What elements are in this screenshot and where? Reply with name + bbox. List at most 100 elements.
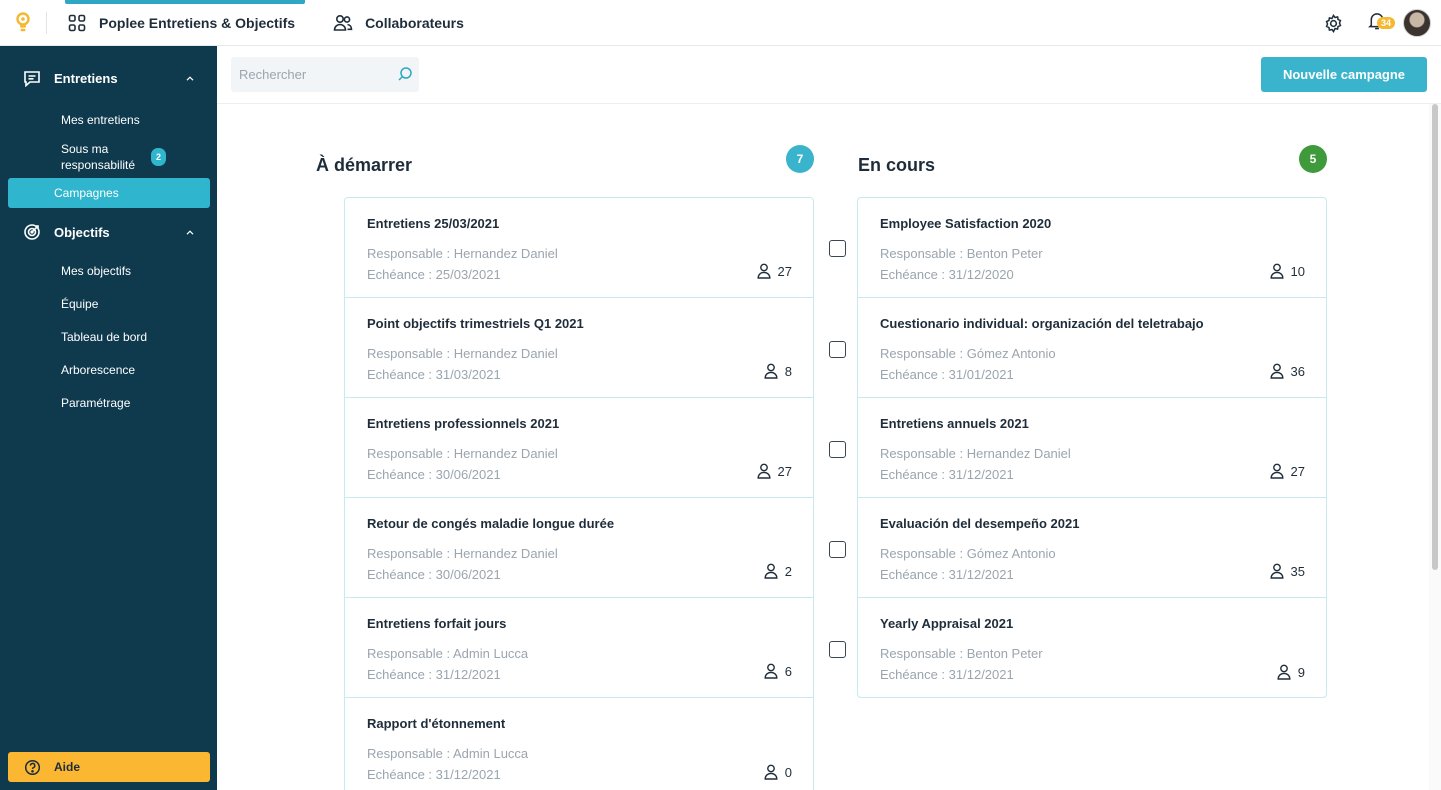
- participant-count: 35: [1270, 563, 1305, 579]
- notifications-button[interactable]: 34: [1355, 0, 1399, 46]
- participant-count: 8: [764, 363, 792, 379]
- sidebar-item-label: Campagnes: [54, 186, 119, 200]
- participant-count-value: 27: [1290, 463, 1305, 479]
- campaign-manager: Responsable : Hernandez Daniel: [880, 446, 1071, 461]
- campaign-card[interactable]: Cuestionario individual: organización de…: [858, 298, 1326, 398]
- scrollbar-thumb[interactable]: [1432, 104, 1438, 570]
- participant-count-value: 10: [1290, 263, 1305, 279]
- chat-icon: [22, 68, 42, 88]
- campaign-manager: Responsable : Hernandez Daniel: [367, 246, 558, 261]
- sidebar-item-mes-entretiens[interactable]: Mes entretiens: [7, 103, 210, 136]
- question-circle-icon: [23, 758, 41, 776]
- campaign-manager: Responsable : Benton Peter: [880, 246, 1043, 261]
- sidebar-item-label: Mes objectifs: [61, 263, 132, 278]
- search-icon[interactable]: [397, 66, 413, 82]
- sidebar-item-label: Arborescence: [61, 362, 136, 377]
- search-box: [231, 57, 419, 92]
- participant-count: 27: [757, 463, 792, 479]
- card-list-in-progress: Employee Satisfaction 2020 Responsable :…: [857, 197, 1327, 698]
- sidebar-item-label: Tableau de bord: [61, 329, 148, 344]
- person-icon: [1270, 263, 1284, 279]
- help-button[interactable]: Aide: [8, 752, 210, 782]
- campaign-checkbox[interactable]: [829, 441, 846, 458]
- participant-count: 9: [1277, 664, 1305, 680]
- count-badge-to-start: 7: [786, 145, 814, 173]
- new-campaign-button[interactable]: Nouvelle campagne: [1261, 57, 1427, 92]
- person-icon: [757, 263, 771, 279]
- campaign-due-date: Echéance : 25/03/2021: [367, 267, 501, 282]
- sidebar-section-label: Entretiens: [54, 70, 118, 86]
- campaign-card[interactable]: Retour de congés maladie longue durée Re…: [345, 498, 813, 598]
- participant-count-value: 27: [777, 463, 792, 479]
- campaign-due-date: Echéance : 31/12/2021: [367, 767, 501, 782]
- sidebar-section-entretiens[interactable]: Entretiens: [0, 58, 217, 98]
- participant-count: 27: [1270, 463, 1305, 479]
- sidebar-item-parametrage[interactable]: Paramétrage: [7, 386, 210, 419]
- campaign-card[interactable]: Entretiens forfait jours Responsable : A…: [345, 598, 813, 698]
- sidebar-item-tableau-de-bord[interactable]: Tableau de bord: [7, 320, 210, 353]
- card-list-to-start: Entretiens 25/03/2021 Responsable : Hern…: [344, 197, 814, 790]
- campaign-title: Entretiens 25/03/2021: [367, 216, 500, 231]
- content-header: Nouvelle campagne: [217, 46, 1441, 104]
- campaign-checkbox[interactable]: [829, 641, 846, 658]
- sidebar-item-label: Sous ma responsabilité: [61, 142, 136, 172]
- notification-count-badge: 34: [1377, 17, 1395, 29]
- sidebar-item-equipe[interactable]: Équipe: [7, 287, 210, 320]
- column-title-to-start: À démarrer: [316, 155, 413, 175]
- sidebar-section-label: Objectifs: [54, 224, 110, 240]
- sidebar-section-objectifs[interactable]: Objectifs: [0, 212, 217, 252]
- users-icon: [333, 13, 353, 33]
- person-icon: [764, 563, 778, 579]
- column-title-in-progress: En cours: [858, 155, 936, 175]
- campaign-card[interactable]: Yearly Appraisal 2021 Responsable : Bent…: [858, 598, 1326, 697]
- tab-label: Collaborateurs: [365, 14, 464, 31]
- tab-label: Poplee Entretiens & Objectifs: [99, 14, 296, 31]
- campaign-due-date: Echéance : 31/03/2021: [367, 367, 501, 382]
- lightbulb-logo-icon[interactable]: [0, 0, 46, 46]
- tab-collaborateurs[interactable]: Collaborateurs: [331, 0, 482, 46]
- campaign-card[interactable]: Point objectifs trimestriels Q1 2021 Res…: [345, 298, 813, 398]
- participant-count: 36: [1270, 363, 1305, 379]
- campaign-title: Employee Satisfaction 2020: [880, 216, 1052, 231]
- campaign-card[interactable]: Rapport d'étonnement Responsable : Admin…: [345, 698, 813, 790]
- sidebar-item-sous-ma-responsabilite[interactable]: Sous ma responsabilité 2: [7, 136, 210, 178]
- campaign-checkbox[interactable]: [829, 541, 846, 558]
- campaign-card[interactable]: Entretiens annuels 2021 Responsable : He…: [858, 398, 1326, 498]
- campaign-card[interactable]: Evaluación del desempeño 2021 Responsabl…: [858, 498, 1326, 598]
- participant-count-value: 2: [784, 563, 792, 579]
- sidebar-item-mes-objectifs[interactable]: Mes objectifs: [7, 254, 210, 287]
- campaign-card[interactable]: Entretiens professionnels 2021 Responsab…: [345, 398, 813, 498]
- participant-count-value: 9: [1297, 664, 1305, 680]
- count-badge-in-progress: 5: [1299, 145, 1327, 173]
- participant-count-value: 0: [784, 764, 792, 780]
- sidebar: Entretiens Mes entretiens Sous ma respon…: [0, 46, 217, 790]
- gear-icon[interactable]: [1311, 0, 1355, 46]
- campaign-title: Retour de congés maladie longue durée: [367, 516, 615, 531]
- campaign-card[interactable]: Employee Satisfaction 2020 Responsable :…: [858, 198, 1326, 298]
- campaign-due-date: Echéance : 31/12/2021: [880, 467, 1014, 482]
- sidebar-item-campagnes[interactable]: Campagnes: [8, 178, 210, 208]
- campaign-title: Entretiens annuels 2021: [880, 416, 1029, 431]
- person-icon: [757, 463, 771, 479]
- participant-count: 2: [764, 563, 792, 579]
- sidebar-item-label: Équipe: [61, 296, 99, 311]
- campaign-manager: Responsable : Hernandez Daniel: [367, 346, 558, 361]
- campaign-title: Evaluación del desempeño 2021: [880, 516, 1080, 531]
- sidebar-item-label: Paramétrage: [61, 395, 131, 410]
- tab-entretiens-objectifs[interactable]: Poplee Entretiens & Objectifs: [65, 0, 313, 46]
- person-icon: [764, 363, 778, 379]
- avatar[interactable]: [1403, 9, 1431, 37]
- campaign-card[interactable]: Entretiens 25/03/2021 Responsable : Hern…: [345, 198, 813, 298]
- person-icon: [1277, 664, 1291, 680]
- campaign-manager: Responsable : Gómez Antonio: [880, 546, 1056, 561]
- chevron-up-icon: [185, 227, 195, 237]
- campaign-checkbox[interactable]: [829, 341, 846, 358]
- chevron-up-icon: [185, 73, 195, 83]
- campaign-title: Cuestionario individual: organización de…: [880, 316, 1204, 331]
- campaign-due-date: Echéance : 31/01/2021: [880, 367, 1014, 382]
- topbar-actions: 34: [1311, 0, 1435, 46]
- search-input[interactable]: [239, 67, 389, 82]
- campaign-manager: Responsable : Benton Peter: [880, 646, 1043, 661]
- sidebar-item-arborescence[interactable]: Arborescence: [7, 353, 210, 386]
- campaign-checkbox[interactable]: [829, 240, 846, 257]
